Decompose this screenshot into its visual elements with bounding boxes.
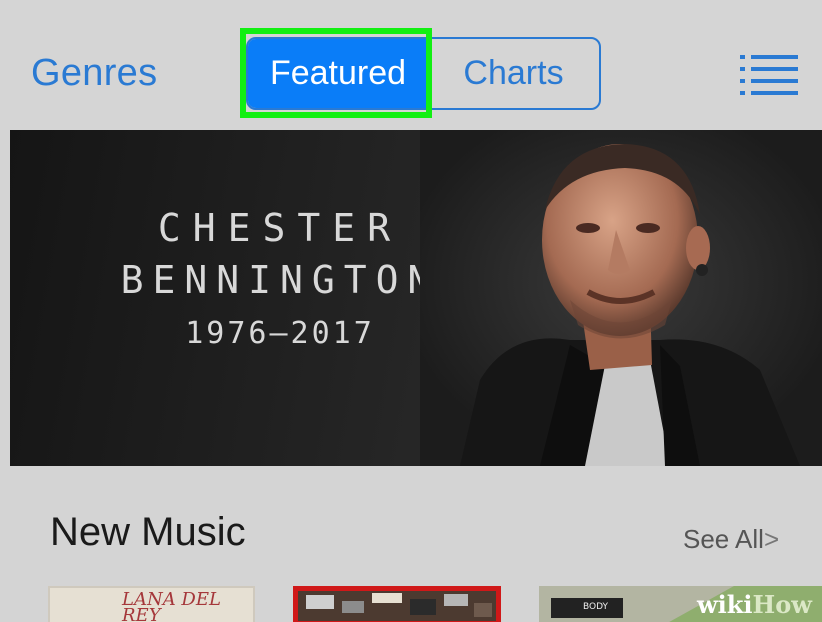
album-cover-label: BODY [551,598,623,618]
list-menu-button[interactable] [738,52,800,96]
banner-first-name: CHESTER [157,206,403,250]
album-cover[interactable] [293,586,501,622]
watermark-how: How [752,590,812,619]
genres-button[interactable]: Genres [31,52,157,95]
tab-featured[interactable]: Featured [248,39,428,108]
album-cover-title: LANA DEL REY [122,589,221,622]
chevron-right-icon: > [763,524,780,554]
album-artwork [298,591,496,621]
banner-text: CHESTER BENNINGTON 1976–2017 [120,202,440,358]
watermark-wiki: wiki [697,590,753,619]
navigation-bar: Genres Featured Charts [0,0,822,130]
see-all-label: See All [683,524,764,554]
banner-last-name: BENNINGTON [120,258,440,302]
album-cover-title: BODY [583,602,609,612]
banner-years: 1976–2017 [185,316,375,351]
segmented-control: Featured Charts [246,37,601,110]
list-icon [740,55,798,95]
featured-banner[interactable]: CHESTER BENNINGTON 1976–2017 [10,130,822,466]
wikihow-watermark: wikiHow [697,590,812,619]
see-all-link[interactable]: See All> [683,524,779,555]
tab-charts[interactable]: Charts [428,39,599,108]
album-cover[interactable]: LANA DEL REY [48,586,255,622]
section-title: New Music [50,510,246,554]
artist-portrait [420,130,822,466]
